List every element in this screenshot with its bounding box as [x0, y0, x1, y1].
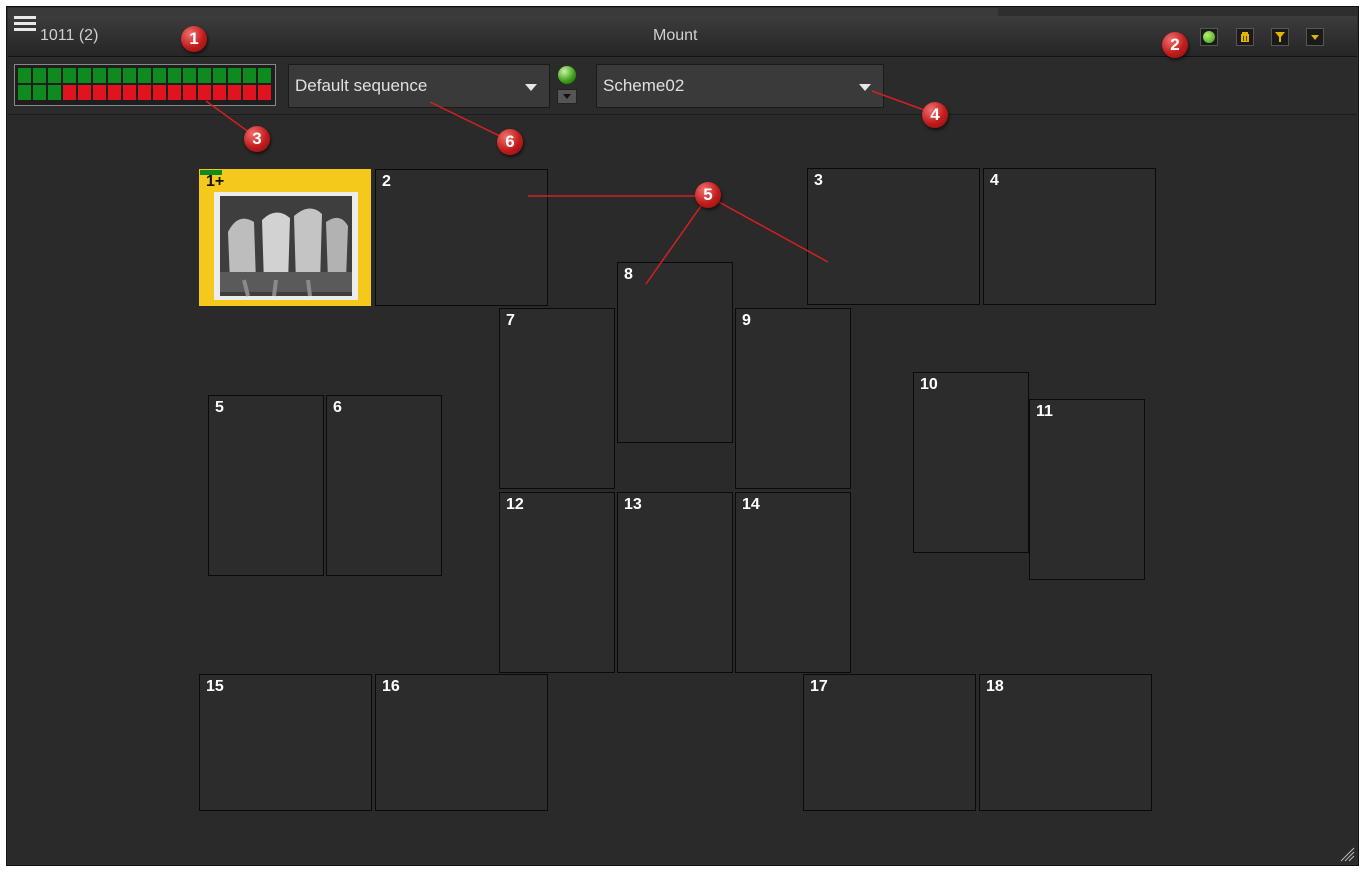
- callout-badge-6: 6: [497, 129, 523, 155]
- callout-badge-2: 2: [1162, 32, 1188, 58]
- callout-line-5b: [645, 195, 709, 285]
- callout-badge-5: 5: [695, 182, 721, 208]
- callout-badge-4: 4: [922, 102, 948, 128]
- callout-badge-3: 3: [244, 126, 270, 152]
- callout-lines: [205, 90, 936, 285]
- callout-line-5c: [707, 195, 829, 263]
- callout-badge-1: 1: [181, 26, 207, 52]
- resize-grip-icon[interactable]: [1339, 846, 1355, 862]
